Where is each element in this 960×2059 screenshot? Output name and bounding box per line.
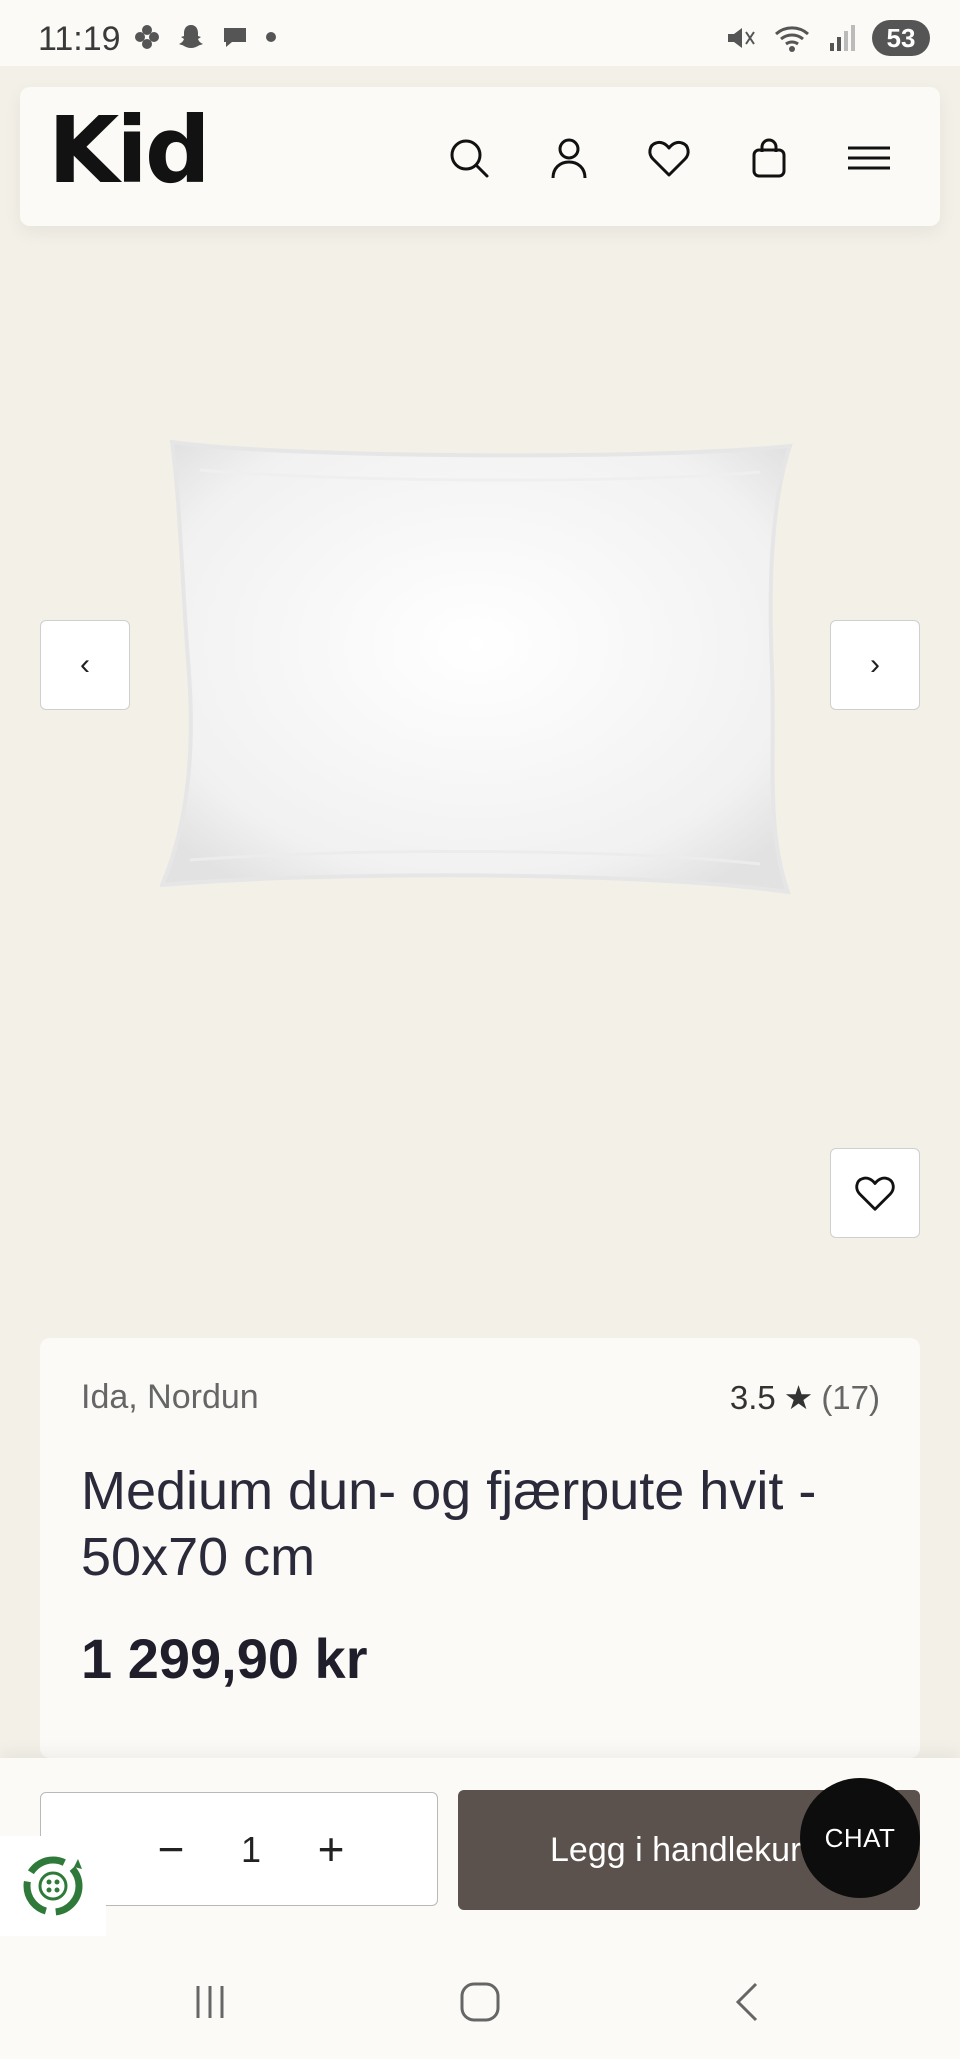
increase-quantity-button[interactable]: + bbox=[303, 1821, 359, 1877]
home-button[interactable] bbox=[450, 1972, 510, 2032]
menu-icon bbox=[848, 146, 890, 170]
product-info-card: Ida, Nordun 3.5 ★ (17) Medium dun- og fj… bbox=[40, 1338, 920, 1758]
chat-bubble-icon bbox=[224, 28, 246, 47]
rating-count: (17) bbox=[821, 1378, 880, 1416]
mute-icon bbox=[728, 28, 755, 48]
search-button[interactable] bbox=[441, 130, 497, 186]
add-to-wishlist-button[interactable] bbox=[830, 1148, 920, 1238]
chat-label: CHAT bbox=[824, 1822, 896, 1853]
system-status-icons: 53 bbox=[724, 20, 930, 56]
decrease-quantity-button[interactable]: − bbox=[143, 1821, 199, 1877]
heart-icon bbox=[648, 140, 690, 177]
bag-icon bbox=[752, 138, 786, 178]
recent-apps-icon bbox=[196, 1986, 224, 2018]
dot-icon bbox=[266, 32, 276, 42]
add-to-cart-label: Legg i handlekurv bbox=[550, 1830, 819, 1869]
quantity-value[interactable]: 1 bbox=[231, 1829, 271, 1871]
menu-button[interactable] bbox=[841, 130, 897, 186]
battery-indicator: 53 bbox=[872, 20, 930, 56]
heart-icon bbox=[855, 1176, 895, 1211]
previous-image-button[interactable]: ‹ bbox=[40, 620, 130, 710]
rating-value: 3.5 bbox=[729, 1378, 776, 1416]
wifi-icon bbox=[775, 26, 809, 52]
recent-apps-button[interactable] bbox=[180, 1972, 240, 2032]
cart-button[interactable] bbox=[741, 130, 797, 186]
status-bar: 11:19 53 bbox=[0, 0, 960, 66]
product-image-pillow bbox=[160, 440, 793, 895]
signal-icon bbox=[830, 25, 855, 51]
chevron-left-icon: ‹ bbox=[80, 648, 90, 681]
chat-button[interactable]: CHAT bbox=[800, 1778, 920, 1898]
product-title: Medium dun- og fjærpute hvit - 50x70 cm bbox=[81, 1461, 817, 1587]
site-header: Kid bbox=[20, 87, 940, 226]
back-button[interactable] bbox=[718, 1972, 778, 2032]
flower-icon bbox=[135, 25, 159, 49]
wishlist-button[interactable] bbox=[641, 130, 697, 186]
back-icon bbox=[735, 1982, 758, 2022]
next-image-button[interactable]: › bbox=[830, 620, 920, 710]
recycle-icon bbox=[23, 1856, 83, 1916]
product-brand[interactable]: Ida, Nordun bbox=[81, 1378, 259, 1417]
snapchat-icon bbox=[179, 25, 203, 48]
notification-icons bbox=[132, 22, 278, 52]
system-navigation-bar bbox=[0, 1938, 960, 2059]
status-time: 11:19 bbox=[38, 20, 121, 58]
home-icon bbox=[460, 1982, 500, 2022]
chevron-right-icon: › bbox=[870, 648, 880, 681]
product-rating[interactable]: 3.5 ★ (17) bbox=[730, 1378, 880, 1417]
product-price: 1 299,90 kr bbox=[81, 1627, 368, 1690]
account-icon bbox=[551, 138, 587, 179]
brand-logo[interactable]: Kid bbox=[48, 105, 211, 197]
account-button[interactable] bbox=[541, 130, 597, 186]
star-icon: ★ bbox=[783, 1379, 814, 1416]
sustainability-badge[interactable] bbox=[0, 1836, 106, 1936]
search-icon bbox=[450, 139, 489, 178]
